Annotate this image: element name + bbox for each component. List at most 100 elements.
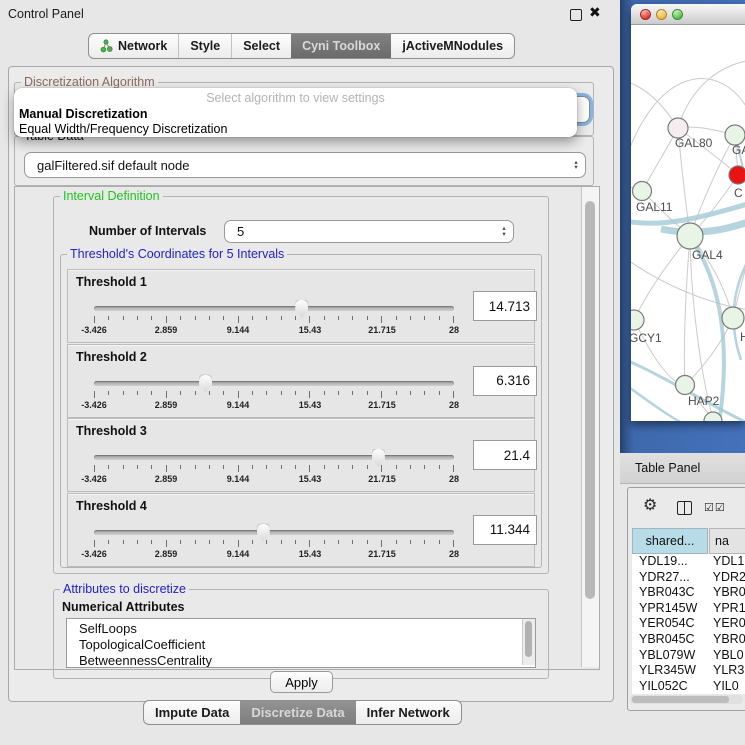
bottom-tab-infer-network[interactable]: Infer Network [356, 701, 461, 724]
slider-track[interactable] [94, 381, 454, 386]
gear-icon[interactable]: ⚙ [643, 498, 657, 514]
cell-shared-name[interactable]: YER054C [632, 616, 709, 632]
stepper-arrows-icon[interactable]: ▴▾ [567, 160, 585, 171]
threshold-value-box[interactable]: 14.713 [473, 291, 537, 321]
network-node[interactable] [677, 223, 703, 249]
float-window-icon[interactable] [570, 9, 582, 21]
threshold-slider[interactable]: -3.4262.8599.14415.4321.71528 [94, 298, 454, 338]
table-data-dropdown[interactable]: galFiltered.sif default node ▴▾ [24, 152, 586, 178]
tick-label: -3.426 [81, 474, 107, 484]
tick-label: 15.43 [299, 549, 322, 559]
threshold-slider[interactable]: -3.4262.8599.14415.4321.71528 [94, 373, 454, 413]
cell-name[interactable]: YBR0 [709, 632, 745, 648]
cell-name[interactable]: YBR0 [709, 585, 745, 601]
stepper-arrows-icon[interactable]: ▴▾ [495, 226, 513, 237]
dropdown-option-equal-width[interactable]: Equal Width/Frequency Discretization [14, 122, 577, 137]
table-row[interactable]: YIL052CYIL0 [632, 679, 745, 694]
list-scrollbar[interactable] [522, 619, 535, 665]
cell-shared-name[interactable]: YIL052C [632, 679, 709, 694]
attributes-group-label: Attributes to discretize [60, 582, 189, 596]
tab-select[interactable]: Select [231, 34, 291, 58]
tab-cyni-toolbox[interactable]: Cyni Toolbox [291, 34, 391, 58]
cell-name[interactable]: YIL0 [709, 679, 739, 694]
cell-name[interactable]: YDL1 [709, 554, 744, 570]
node-label: GAL80 [675, 136, 713, 150]
numerical-attributes-label: Numerical Attributes [62, 600, 184, 614]
cell-name[interactable]: YPR1 [709, 601, 745, 617]
node-label: H [740, 330, 745, 344]
cell-shared-name[interactable]: YPR145W [632, 601, 709, 617]
checkboxes-icon[interactable]: ☑☑ [704, 501, 726, 514]
table-hscrollbar-thumb[interactable] [632, 696, 729, 703]
network-node[interactable] [668, 118, 688, 138]
network-node[interactable] [631, 310, 644, 330]
attribute-item[interactable]: BetweennessCentrality [67, 653, 535, 668]
attribute-item[interactable]: TopologicalCoefficient [67, 637, 535, 653]
network-window-titlebar[interactable] [631, 4, 745, 25]
thresholds-group: Threshold's Coordinates for 5 Intervals … [60, 254, 542, 568]
cell-name[interactable]: YBL0 [709, 648, 744, 664]
table-row[interactable]: YLR345WYLR3 [632, 663, 745, 679]
cell-name[interactable]: YER0 [709, 616, 745, 632]
cell-name[interactable]: YDR2 [709, 570, 745, 586]
close-icon[interactable]: ✖ [589, 4, 601, 21]
slider-track[interactable] [94, 455, 454, 460]
tab-label: Select [243, 39, 280, 53]
cell-shared-name[interactable]: YBR045C [632, 632, 709, 648]
cell-shared-name[interactable]: YBR043C [632, 585, 709, 601]
split-column-icon[interactable] [677, 501, 692, 515]
close-traffic-light-icon[interactable] [640, 9, 651, 20]
zoom-traffic-light-icon[interactable] [672, 9, 683, 20]
cell-name[interactable]: YLR3 [709, 663, 744, 679]
cell-shared-name[interactable]: YDR27... [632, 570, 709, 586]
network-node[interactable] [725, 125, 745, 145]
threshold-slider[interactable]: -3.4262.8599.14415.4321.71528 [94, 447, 454, 487]
slider-track[interactable] [94, 530, 454, 535]
network-node[interactable] [676, 376, 695, 395]
threshold-value-box[interactable]: 6.316 [473, 366, 537, 396]
threshold-value-box[interactable]: 11.344 [473, 515, 537, 545]
network-canvas[interactable]: GAL80GACGAL11GAL4GCY1HHAP2 [631, 25, 745, 421]
column-header-shared-name[interactable]: shared... [632, 528, 708, 554]
network-node[interactable] [633, 182, 652, 201]
tab-network[interactable]: Network [89, 34, 178, 58]
column-header-name[interactable]: na [709, 528, 745, 554]
network-node[interactable] [729, 166, 745, 184]
apply-button[interactable]: Apply [270, 671, 333, 693]
bottom-tab-discretize-data[interactable]: Discretize Data [240, 701, 355, 724]
cell-shared-name[interactable]: YBL079W [632, 648, 709, 664]
cell-shared-name[interactable]: YLR345W [632, 663, 709, 679]
node-label: C [734, 186, 743, 200]
tab-label: jActiveMNodules [402, 39, 503, 53]
table-row[interactable]: YPR145WYPR1 [632, 601, 745, 617]
table-panel-title: Table Panel [635, 461, 700, 475]
table-row[interactable]: YDR27...YDR2 [632, 570, 745, 586]
dropdown-option-manual[interactable]: Manual Discretization [14, 107, 577, 122]
node-label: HAP2 [688, 394, 720, 408]
panel-scrollbar-thumb[interactable] [585, 201, 595, 599]
panel-scrollbar[interactable] [581, 187, 599, 667]
number-of-intervals-dropdown[interactable]: 5 ▴▾ [224, 220, 514, 243]
list-scrollbar-thumb[interactable] [525, 621, 532, 657]
table-row[interactable]: YDL19...YDL1 [632, 554, 745, 570]
tick-label: 21.715 [368, 549, 396, 559]
node-label: GAL4 [692, 248, 723, 262]
tab-style[interactable]: Style [178, 34, 231, 58]
tick-label: 15.43 [299, 474, 322, 484]
network-node[interactable] [722, 307, 744, 329]
table-row[interactable]: YBR043CYBR0 [632, 585, 745, 601]
bottom-tab-impute-data[interactable]: Impute Data [144, 701, 240, 724]
minimize-traffic-light-icon[interactable] [656, 9, 667, 20]
table-row[interactable]: YER054CYER0 [632, 616, 745, 632]
table-row[interactable]: YBL079WYBL0 [632, 648, 745, 664]
attribute-item[interactable]: SelfLoops [67, 621, 535, 637]
table-row[interactable]: YBR045CYBR0 [632, 632, 745, 648]
slider-track[interactable] [94, 306, 454, 311]
top-tab-bar: NetworkStyle Select Cyni Toolbox jActiveMNo… [88, 33, 515, 59]
cell-shared-name[interactable]: YDL19... [632, 554, 709, 570]
threshold-slider[interactable]: -3.4262.8599.14415.4321.71528 [94, 522, 454, 562]
numerical-attributes-list[interactable]: SelfLoopsTopologicalCoefficientBetweenne… [66, 618, 536, 668]
table-hscrollbar[interactable] [630, 695, 743, 704]
threshold-value-box[interactable]: 21.4 [473, 440, 537, 470]
tab-jactivemnodules[interactable]: jActiveMNodules [391, 34, 514, 58]
